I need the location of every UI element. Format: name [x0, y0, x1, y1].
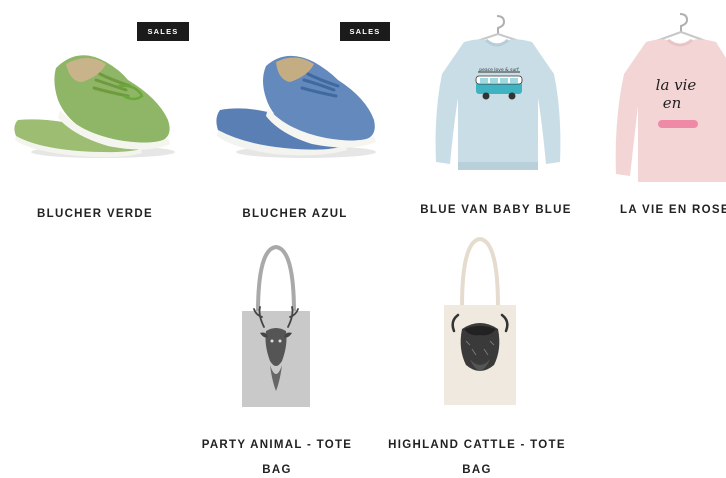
product-card-party-animal-tote-bag[interactable]: PARTY ANIMAL - TOTE BAG: [192, 235, 362, 478]
product-card-blue-van-baby-blue[interactable]: peace love & surf BLUE VAN BABY BLUE: [396, 0, 596, 230]
product-card-blucher-verde[interactable]: SALES BLUCHER VERDE: [0, 0, 190, 230]
light-blue-sweatshirt-image[interactable]: peace love & surf: [422, 12, 572, 177]
product-name[interactable]: BLUCHER VERDE: [0, 202, 190, 227]
sales-badge: SALES: [137, 22, 189, 41]
blue-canvas-shoes-image[interactable]: [214, 44, 382, 164]
product-name-line2[interactable]: BAG: [380, 458, 574, 478]
product-name-line2[interactable]: BAG: [192, 458, 362, 478]
green-canvas-shoes-image[interactable]: [8, 40, 180, 165]
product-name-line1[interactable]: HIGHLAND CATTLE - TOTE: [380, 433, 574, 458]
van-print-text: peace love & surf: [479, 67, 519, 73]
product-name-line1[interactable]: PARTY ANIMAL - TOTE: [192, 433, 362, 458]
product-card-blucher-azul[interactable]: SALES BLUCHER AZUL: [200, 0, 390, 230]
product-name[interactable]: LA VIE EN ROSE: [620, 198, 726, 223]
sales-badge: SALES: [340, 22, 390, 41]
rose-script-line2: en: [663, 94, 682, 112]
product-name[interactable]: BLUCHER AZUL: [200, 202, 390, 227]
product-card-highland-cattle-tote-bag[interactable]: HIGHLAND CATTLE - TOTE BAG: [380, 235, 574, 478]
natural-tote-bag-image[interactable]: [440, 237, 520, 409]
product-card-la-vie-en-rose[interactable]: la vie en LA VIE EN ROSE: [600, 0, 726, 230]
pink-sweatshirt-image[interactable]: la vie en: [608, 10, 726, 188]
product-name[interactable]: BLUE VAN BABY BLUE: [396, 198, 596, 223]
grey-tote-bag-image[interactable]: [236, 241, 316, 411]
rose-script-line1: la vie: [656, 76, 697, 94]
